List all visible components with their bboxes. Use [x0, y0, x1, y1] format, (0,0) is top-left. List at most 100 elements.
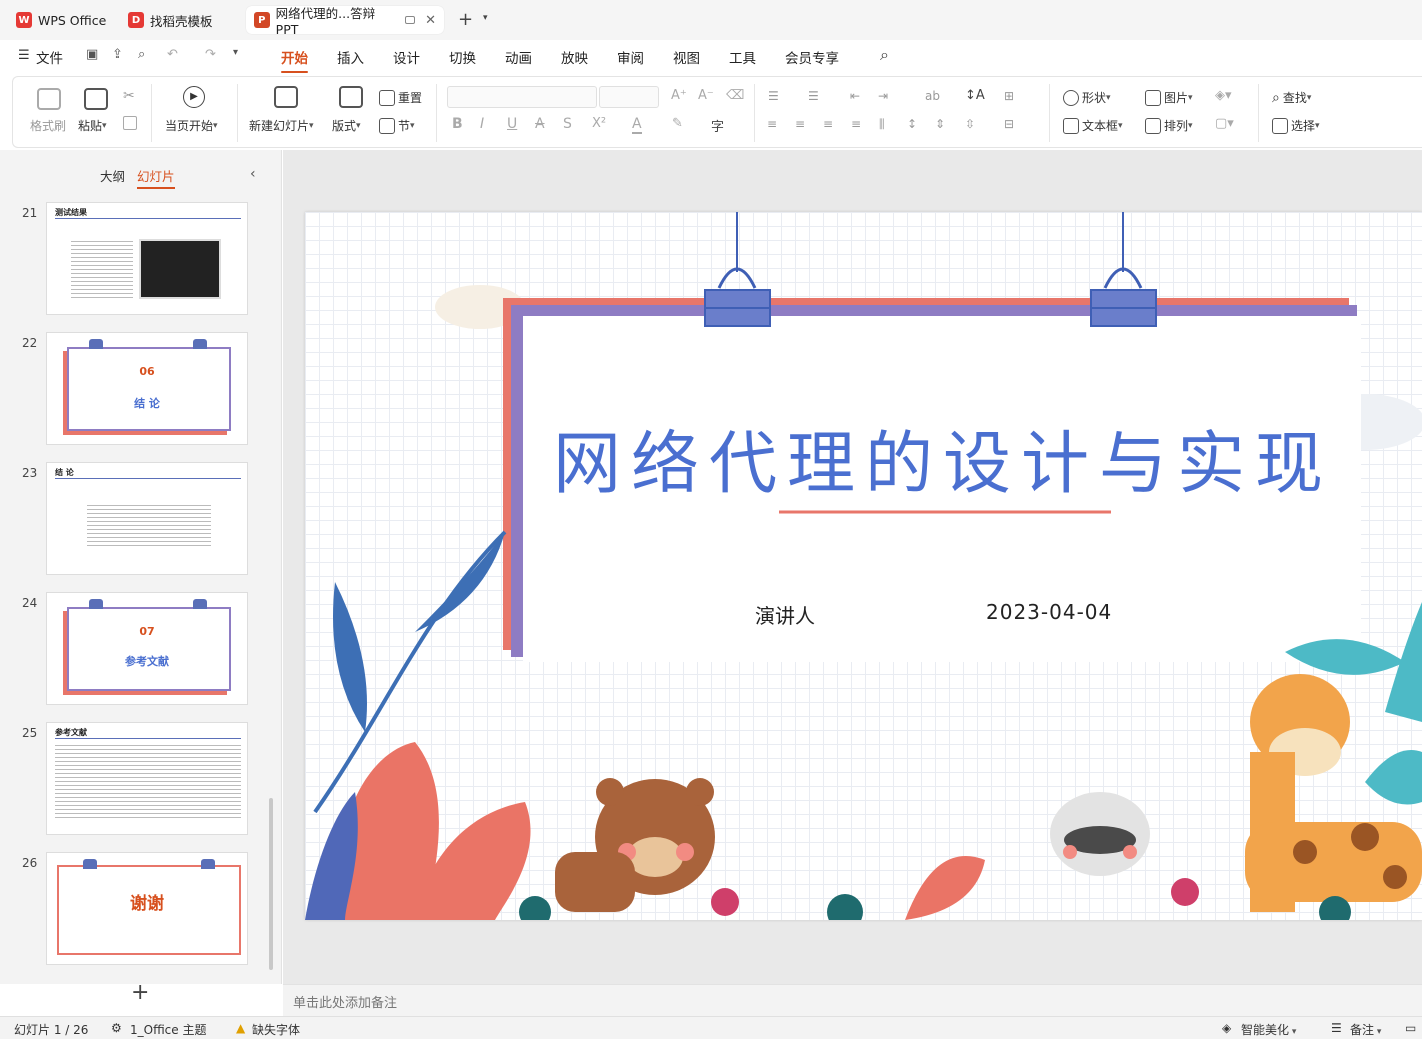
clear-format-icon[interactable]: ⌫ [726, 88, 744, 103]
shadow-icon[interactable]: S [563, 116, 572, 132]
shape-button[interactable]: 形状 [1063, 89, 1111, 106]
monitor-icon[interactable] [405, 16, 416, 24]
collapse-panel-icon[interactable]: ‹ [250, 166, 256, 182]
align-center-icon[interactable]: ≡ [795, 117, 805, 131]
outline-icon[interactable]: ▢▾ [1215, 116, 1234, 131]
section-button[interactable]: 节 [379, 117, 415, 134]
thumbnail-title: 结 论 [55, 468, 74, 477]
current-slide[interactable]: 网络代理的设计与实现 演讲人 2023-04-04 [305, 212, 1422, 920]
paste-button[interactable]: 粘贴 [78, 117, 107, 134]
save-icon[interactable]: ▣ [86, 47, 100, 62]
tab-docer[interactable]: D 找稻壳模板 [120, 6, 221, 34]
theme-name[interactable]: 1_Office 主题 [130, 1021, 206, 1038]
comment-icon[interactable]: ▭ [1405, 1021, 1416, 1035]
find-button[interactable]: ⌕ 查找 [1272, 89, 1311, 106]
line-spacing-icon[interactable]: ↕A [965, 88, 985, 103]
increase-indent-icon[interactable]: ⇥ [878, 89, 888, 103]
justify-icon[interactable]: ≡ [851, 117, 861, 131]
missing-font-button[interactable]: 缺失字体 [252, 1021, 300, 1038]
tab-list-chevron-icon[interactable]: ▾ [483, 13, 488, 23]
font-family-select[interactable] [447, 86, 597, 108]
slide-thumbnail-26[interactable]: 谢谢 [46, 852, 248, 965]
align-right-icon[interactable]: ≡ [823, 117, 833, 131]
text-direction-icon[interactable]: ab [925, 89, 940, 103]
font-size-select[interactable] [599, 86, 659, 108]
search-icon[interactable]: ⌕ [880, 45, 889, 65]
quick-access-chevron-icon[interactable]: ▾ [233, 47, 247, 61]
vertical-spacing-icon[interactable]: ↕ [907, 117, 917, 131]
panel-scrollbar[interactable] [269, 798, 273, 970]
bullet-list-icon[interactable]: ☰ [768, 89, 779, 103]
fill-icon[interactable]: ◈▾ [1215, 88, 1232, 103]
arrange-button[interactable]: 排列 [1145, 117, 1193, 134]
menu-tools[interactable]: 工具 [729, 47, 756, 67]
decrease-indent-icon[interactable]: ⇤ [850, 89, 860, 103]
select-button[interactable]: 选择 [1272, 117, 1320, 134]
notes-toggle-button[interactable]: 备注 [1350, 1021, 1381, 1038]
tab-presentation[interactable]: P 网络代理的...答辩PPT ✕ [246, 6, 444, 37]
superscript-icon[interactable]: X² [592, 116, 606, 131]
phonetic-icon[interactable]: 字 [711, 116, 724, 135]
menu-insert[interactable]: 插入 [337, 47, 364, 67]
ppt-logo-icon: P [254, 12, 270, 28]
slide-thumbnail-23[interactable]: 结 论 [46, 462, 248, 575]
menu-transition[interactable]: 切换 [449, 47, 476, 67]
menu-design[interactable]: 设计 [393, 47, 420, 67]
numbered-list-icon[interactable]: ☰ [808, 89, 819, 103]
menu-animation[interactable]: 动画 [505, 47, 532, 67]
menu-home[interactable]: 开始 [281, 47, 308, 73]
strikethrough-icon[interactable]: A [535, 116, 545, 132]
slide-thumbnail-22[interactable]: 06 结 论 [46, 332, 248, 445]
menu-member[interactable]: 会员专享 [785, 47, 839, 67]
layout-button[interactable]: 版式 [332, 117, 361, 134]
new-slide-button[interactable]: 新建幻灯片 [249, 117, 314, 134]
thumbnail-number: 22 [22, 336, 38, 350]
menu-file[interactable]: 文件 [36, 47, 63, 67]
textbox-button[interactable]: 文本框 [1063, 117, 1123, 134]
notes-area[interactable]: 单击此处添加备注 [283, 984, 1422, 1016]
underline-icon[interactable]: U [507, 116, 517, 132]
export-icon[interactable]: ⇪ [112, 47, 126, 62]
tab-outline[interactable]: 大纲 [100, 166, 125, 185]
slide-title[interactable]: 网络代理的设计与实现 [525, 408, 1361, 507]
cut-icon[interactable]: ✂ [123, 88, 135, 104]
columns-icon[interactable]: ⊟ [1004, 117, 1014, 131]
smart-beautify-button[interactable]: 智能美化 [1241, 1021, 1296, 1038]
hamburger-icon[interactable]: ☰ [18, 48, 30, 63]
decrease-font-icon[interactable]: A⁻ [698, 88, 714, 103]
print-preview-icon[interactable]: ⌕ [138, 47, 152, 62]
slide-thumbnail-24[interactable]: 07 参考文献 [46, 592, 248, 705]
add-slide-icon[interactable]: + [131, 980, 149, 1005]
text-align-vertical-icon[interactable]: ⇳ [965, 117, 975, 131]
copy-icon[interactable] [123, 116, 137, 130]
bold-icon[interactable]: B [452, 116, 463, 132]
thumbnail-title: 参考文献 [55, 728, 87, 737]
italic-icon[interactable]: I [480, 116, 484, 132]
slide-thumbnail-21[interactable]: 测试结果 [46, 202, 248, 315]
align-left-icon[interactable]: ≡ [767, 117, 777, 131]
start-from-current-button[interactable]: 当页开始 [165, 117, 218, 134]
redo-icon[interactable]: ↷ [205, 47, 219, 62]
menu-slideshow[interactable]: 放映 [561, 47, 588, 67]
new-tab-icon[interactable]: + [458, 9, 473, 30]
reset-button[interactable]: 重置 [379, 89, 422, 106]
picture-button[interactable]: 图片 [1145, 89, 1193, 106]
notes-icon: ☰ [1331, 1021, 1342, 1035]
format-painter-icon [37, 88, 61, 110]
convert-smartart-icon[interactable]: ⊞ [1004, 89, 1014, 103]
tab-wps-office[interactable]: W WPS Office [8, 6, 114, 34]
font-color-icon[interactable]: A [632, 116, 642, 134]
presentation-date[interactable]: 2023-04-04 [986, 600, 1112, 624]
slide-thumbnail-25[interactable]: 参考文献 [46, 722, 248, 835]
format-painter-button[interactable]: 格式刷 [30, 117, 66, 134]
increase-font-icon[interactable]: A⁺ [671, 88, 687, 103]
undo-icon[interactable]: ↶ [167, 47, 181, 62]
distribute-icon[interactable]: ⫼ [879, 117, 885, 132]
presenter-label[interactable]: 演讲人 [755, 600, 815, 629]
tab-slides[interactable]: 幻灯片 [137, 166, 175, 189]
close-tab-icon[interactable]: ✕ [425, 13, 436, 28]
menu-review[interactable]: 审阅 [617, 47, 644, 67]
menu-view[interactable]: 视图 [673, 47, 700, 67]
highlight-icon[interactable]: ✎ [672, 116, 683, 131]
paragraph-spacing-icon[interactable]: ⇕ [935, 117, 945, 131]
